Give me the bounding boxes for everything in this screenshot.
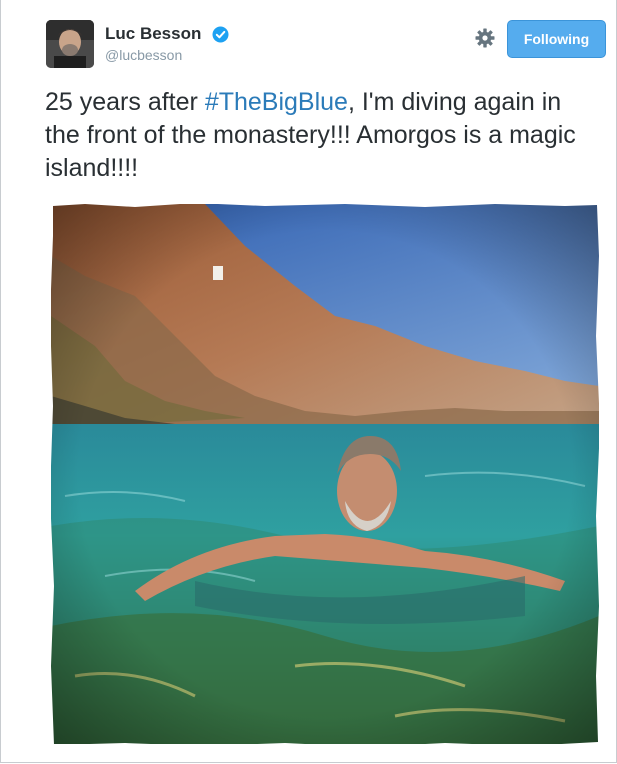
following-button[interactable]: Following	[507, 20, 606, 58]
user-meta: Luc Besson @lucbesson	[105, 24, 229, 63]
display-name[interactable]: Luc Besson	[105, 24, 201, 44]
verified-badge-icon	[212, 26, 229, 43]
tweet-header: Luc Besson @lucbesson Following	[1, 0, 616, 80]
tweet-text-start: 25 years after	[45, 88, 205, 116]
photo-image	[45, 196, 605, 754]
tweet-card: Luc Besson @lucbesson Following 25 years…	[0, 0, 617, 763]
avatar[interactable]	[46, 20, 94, 68]
hashtag-link[interactable]: #TheBigBlue	[205, 88, 348, 116]
gear-icon[interactable]	[475, 28, 495, 48]
tweet-photo[interactable]	[45, 196, 605, 754]
tweet-text: 25 years after #TheBigBlue, I'm diving a…	[45, 86, 585, 185]
user-handle[interactable]: @lucbesson	[105, 47, 229, 63]
avatar-image	[46, 20, 94, 68]
